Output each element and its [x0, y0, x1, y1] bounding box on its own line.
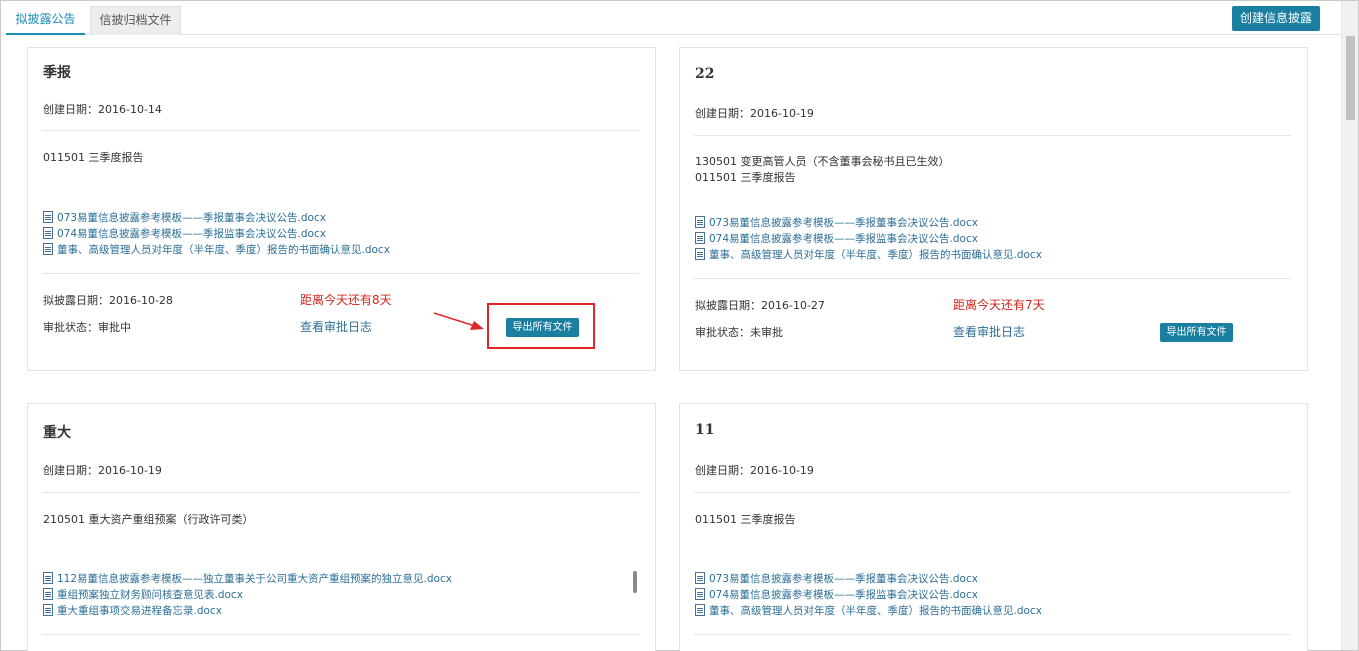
announcement-type: 210501 重大资产重组预案（行政许可类） — [43, 513, 254, 526]
card-title: 22 — [695, 66, 715, 82]
document-icon — [695, 604, 705, 616]
document-icon — [695, 232, 705, 244]
file-link[interactable]: 重大重组事项交易进程备忘录.docx — [43, 604, 222, 619]
file-link[interactable]: 073易董信息披露参考模板——季报董事会决议公告.docx — [695, 572, 978, 587]
document-icon — [43, 243, 53, 255]
card-title: 重大 — [43, 425, 71, 441]
document-icon — [43, 211, 53, 223]
tab-archived-files[interactable]: 信披归档文件 — [90, 6, 181, 35]
view-approval-log-link[interactable]: 查看审批日志 — [300, 318, 372, 335]
document-icon — [43, 588, 53, 600]
created-date: 创建日期：2016-10-14 — [43, 103, 162, 116]
highlight-box — [487, 303, 595, 349]
divider — [694, 135, 1291, 136]
document-icon — [43, 572, 53, 584]
file-link[interactable]: 董事、高级管理人员对年度（半年度、季度）报告的书面确认意见.docx — [43, 243, 390, 258]
countdown-text: 距离今天还有7天 — [953, 298, 1045, 312]
file-link[interactable]: 073易董信息披露参考模板——季报董事会决议公告.docx — [695, 216, 978, 231]
export-all-files-button[interactable]: 导出所有文件 — [1160, 323, 1233, 342]
created-date: 创建日期：2016-10-19 — [43, 464, 162, 477]
file-link[interactable]: 董事、高级管理人员对年度（半年度、季度）报告的书面确认意见.docx — [695, 604, 1042, 619]
tab-bar: 拟披露公告 信披归档文件 创建信息披露 — [1, 1, 1341, 35]
file-link[interactable]: 112易董信息披露参考模板——独立董事关于公司重大资产重组预案的独立意见.doc… — [43, 572, 452, 587]
announcement-type: 011501 三季度报告 — [695, 513, 796, 526]
disclosure-card: 22 创建日期：2016-10-19 130501 变更高管人员（不含董事会秘书… — [679, 47, 1308, 371]
divider — [694, 634, 1291, 635]
disclose-date: 拟披露日期：2016-10-27 — [695, 299, 825, 312]
tab-pending-disclosure[interactable]: 拟披露公告 — [6, 6, 85, 35]
disclosure-card: 11 创建日期：2016-10-19 011501 三季度报告 073易董信息披… — [679, 403, 1308, 651]
file-link[interactable]: 074易董信息披露参考模板——季报监事会决议公告.docx — [695, 588, 978, 603]
file-list-scrollbar[interactable] — [633, 571, 637, 593]
announcement-type: 011501 三季度报告 — [695, 171, 796, 184]
document-icon — [695, 216, 705, 228]
view-approval-log-link[interactable]: 查看审批日志 — [953, 323, 1025, 340]
announcement-type: 011501 三季度报告 — [43, 151, 144, 164]
document-icon — [43, 604, 53, 616]
approval-status: 审批状态：审批中 — [43, 321, 131, 334]
card-title: 季报 — [43, 65, 71, 81]
document-icon — [695, 588, 705, 600]
file-link[interactable]: 074易董信息披露参考模板——季报监事会决议公告.docx — [695, 232, 978, 247]
file-link[interactable]: 重组预案独立财务顾问核查意见表.docx — [43, 588, 243, 603]
created-date: 创建日期：2016-10-19 — [695, 107, 814, 120]
divider — [42, 273, 639, 274]
divider — [694, 278, 1291, 279]
document-icon — [43, 227, 53, 239]
announcement-type: 130501 变更高管人员（不含董事会秘书且已生效） — [695, 155, 950, 168]
divider — [42, 130, 639, 131]
create-disclosure-button[interactable]: 创建信息披露 — [1232, 6, 1320, 31]
divider — [694, 492, 1291, 493]
approval-status: 审批状态：未审批 — [695, 326, 783, 339]
page-scrollbar-thumb[interactable] — [1346, 36, 1355, 120]
created-date: 创建日期：2016-10-19 — [695, 464, 814, 477]
file-link[interactable]: 073易董信息披露参考模板——季报董事会决议公告.docx — [43, 211, 326, 226]
card-title: 11 — [695, 422, 715, 438]
divider — [42, 492, 639, 493]
file-link[interactable]: 074易董信息披露参考模板——季报监事会决议公告.docx — [43, 227, 326, 242]
document-icon — [695, 248, 705, 260]
divider — [42, 634, 639, 635]
countdown-text: 距离今天还有8天 — [300, 293, 392, 307]
file-link[interactable]: 董事、高级管理人员对年度（半年度、季度）报告的书面确认意见.docx — [695, 248, 1042, 263]
disclosure-card: 重大 创建日期：2016-10-19 210501 重大资产重组预案（行政许可类… — [27, 403, 656, 651]
disclose-date: 拟披露日期：2016-10-28 — [43, 294, 173, 307]
document-icon — [695, 572, 705, 584]
annotation-arrow-icon — [433, 312, 484, 330]
